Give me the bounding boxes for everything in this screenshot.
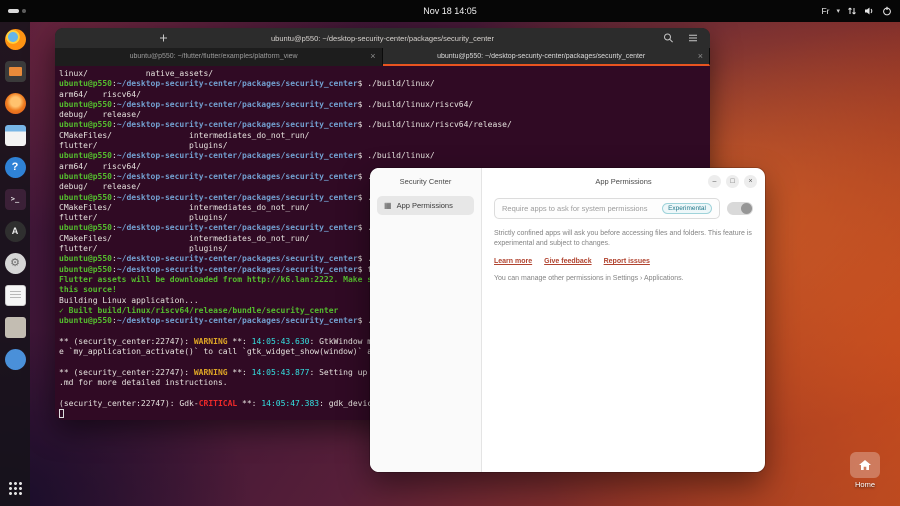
dock-items	[3, 27, 27, 371]
tab-close-icon[interactable]: ×	[698, 51, 703, 61]
archive-icon	[5, 317, 26, 338]
sidebar-title: Security Center	[370, 168, 481, 194]
terminal-line: ubuntu@p550:~/desktop-security-center/pa…	[59, 79, 710, 89]
window-controls: – □ ×	[708, 168, 757, 194]
chevron-down-icon: ▾	[836, 7, 840, 15]
home-label: Home	[855, 480, 875, 489]
experimental-badge: Experimental	[662, 203, 712, 214]
dock-item-app-a[interactable]	[3, 219, 27, 243]
link-report-issues[interactable]: Report issues	[604, 258, 650, 265]
hamburger-menu-icon[interactable]	[688, 34, 698, 42]
dock-item-terminal[interactable]	[3, 187, 27, 211]
terminal-line: ubuntu@p550:~/desktop-security-center/pa…	[59, 120, 710, 130]
security-center-content: Require apps to ask for system permissio…	[482, 194, 765, 282]
terminal-tab[interactable]: ubuntu@p550: ~/flutter/flutter/examples/…	[55, 48, 383, 66]
close-button[interactable]: ×	[744, 175, 757, 188]
home-folder-shortcut[interactable]: Home	[842, 452, 888, 489]
terminal-tab-label: ubuntu@p550: ~/flutter/flutter/examples/…	[61, 53, 366, 60]
software-icon	[5, 349, 26, 370]
workspace-indicator[interactable]	[8, 0, 26, 22]
dock-item-snap-store[interactable]	[3, 91, 27, 115]
sidebar-item-app-permissions[interactable]: ▦ App Permissions	[377, 196, 474, 215]
terminal-tab-label: ubuntu@p550: ~/desktop-security-center/p…	[389, 53, 694, 60]
help-icon	[5, 157, 26, 178]
dock-item-help[interactable]	[3, 155, 27, 179]
permission-row: Require apps to ask for system permissio…	[494, 198, 753, 219]
permissions-toggle[interactable]	[727, 202, 753, 215]
terminal-title: ubuntu@p550: ~/desktop-security-center/p…	[55, 28, 710, 48]
keyboard-layout-indicator: Fr	[821, 6, 829, 16]
dock-item-archive[interactable]	[3, 315, 27, 339]
terminal-titlebar[interactable]: ubuntu@p550: ~/desktop-security-center/p…	[55, 28, 710, 48]
active-workspace-pill	[8, 9, 19, 13]
terminal-line: linux/ native_assets/	[59, 69, 710, 79]
security-center-sidebar: Security Center ▦ App Permissions	[370, 168, 482, 472]
app-permissions-icon: ▦	[384, 202, 392, 210]
show-applications-icon	[5, 478, 26, 499]
files-icon	[5, 61, 26, 82]
dock-item-settings[interactable]	[3, 251, 27, 275]
terminal-line: debug/ release/	[59, 110, 710, 120]
home-icon	[850, 452, 880, 478]
network-arrows-icon	[847, 6, 857, 16]
dock-item-files[interactable]	[3, 59, 27, 83]
snap-store-icon	[5, 93, 26, 114]
terminal-line: flutter/ plugins/	[59, 141, 710, 151]
links-row: Learn more Give feedback Report issues	[494, 258, 753, 265]
workspace-dot	[22, 9, 26, 13]
description-text: Strictly confined apps will ask you befo…	[494, 229, 753, 249]
volume-icon	[864, 6, 875, 16]
dock-item-software[interactable]	[3, 347, 27, 371]
permission-setting-field[interactable]: Require apps to ask for system permissio…	[494, 198, 720, 219]
power-icon	[882, 6, 892, 16]
desktop: Nov 18 14:05 Fr ▾ ubuntu@p550: ~/	[0, 0, 900, 506]
security-center-window: Security Center ▦ App Permissions App Pe…	[370, 168, 765, 472]
app-a-icon	[5, 221, 26, 242]
settings-icon	[5, 253, 26, 274]
clock[interactable]: Nov 18 14:05	[423, 0, 477, 22]
permission-setting-label: Require apps to ask for system permissio…	[502, 204, 656, 213]
system-status-area[interactable]: Fr ▾	[821, 0, 892, 22]
dock-item-document[interactable]	[3, 123, 27, 147]
terminal-line: ubuntu@p550:~/desktop-security-center/pa…	[59, 100, 710, 110]
tab-close-icon[interactable]: ×	[370, 51, 375, 61]
terminal-tab[interactable]: ubuntu@p550: ~/desktop-security-center/p…	[383, 48, 711, 66]
dock-item-libreoffice[interactable]	[3, 283, 27, 307]
toggle-knob	[741, 203, 752, 214]
terminal-line: ubuntu@p550:~/desktop-security-center/pa…	[59, 151, 710, 161]
maximize-button[interactable]: □	[726, 175, 739, 188]
minimize-button[interactable]: –	[708, 175, 721, 188]
security-center-main: App Permissions – □ × Require apps to as…	[482, 168, 765, 472]
link-give-feedback[interactable]: Give feedback	[544, 258, 591, 265]
firefox-icon	[5, 29, 26, 50]
top-bar: Nov 18 14:05 Fr ▾	[0, 0, 900, 22]
settings-note: You can manage other permissions in Sett…	[494, 275, 753, 282]
libreoffice-icon	[5, 285, 26, 306]
terminal-icon	[5, 189, 26, 210]
dock-item-show-applications[interactable]	[3, 476, 27, 500]
terminal-line: CMakeFiles/ intermediates_do_not_run/	[59, 131, 710, 141]
link-learn-more[interactable]: Learn more	[494, 258, 532, 265]
dock-item-firefox[interactable]	[3, 27, 27, 51]
search-icon[interactable]	[663, 33, 674, 44]
dock	[0, 22, 30, 506]
page-title: App Permissions	[595, 177, 651, 186]
security-center-header[interactable]: App Permissions – □ ×	[482, 168, 765, 194]
terminal-line: arm64/ riscv64/	[59, 90, 710, 100]
document-icon	[5, 125, 26, 146]
sidebar-item-label: App Permissions	[397, 201, 453, 210]
terminal-tab-bar: ubuntu@p550: ~/flutter/flutter/examples/…	[55, 48, 710, 66]
